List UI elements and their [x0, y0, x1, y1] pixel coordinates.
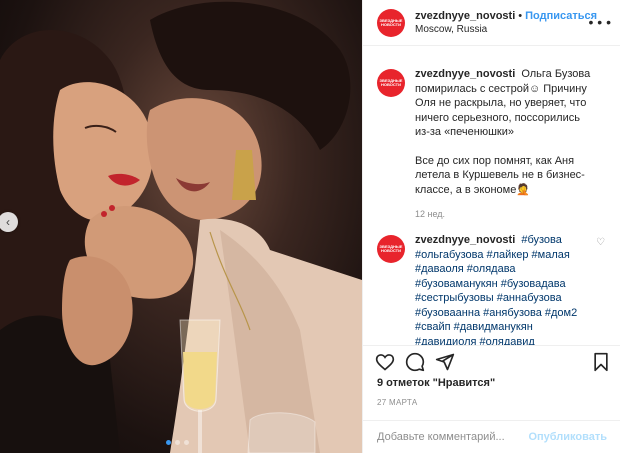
carousel-dot — [184, 440, 189, 445]
follow-button[interactable]: Подписаться — [525, 10, 597, 22]
caption-text-2: Все до сих пор помнят, как Аня летела в … — [415, 154, 585, 196]
avatar-logo-text: ЗВЕЗДНЫЕ НОВОСТИ — [379, 17, 403, 27]
post-side-panel: ЗВЕЗДНЫЕ НОВОСТИ zvezdnyye_novosti • Подпи… — [362, 0, 620, 453]
comment-like-icon[interactable]: ♡ — [596, 237, 605, 248]
post-photo[interactable]: ‹ — [0, 0, 362, 453]
carousel-indicator — [166, 440, 189, 445]
separator-dot: • — [518, 10, 523, 22]
photo-illustration — [0, 1, 362, 453]
caption-time[interactable]: 12 нед. — [415, 207, 595, 222]
publish-button[interactable]: Опубликовать — [528, 431, 607, 443]
caption-body: zvezdnyye_novosti Ольга Бузова помирилас… — [415, 67, 595, 222]
caption-avatar[interactable]: ЗВЕЗДНЫЕ НОВОСТИ — [377, 69, 405, 97]
author-meta: zvezdnyye_novosti • Подписаться Moscow, Ru… — [415, 8, 597, 37]
add-comment-bar: Опубликовать — [363, 420, 620, 453]
heart-icon[interactable] — [375, 352, 395, 372]
comments-list[interactable]: ЗВЕЗДНЫЕ НОВОСТИ zvezdnyye_novosti Ольга… — [363, 47, 620, 345]
action-bar — [363, 345, 620, 375]
comment-username[interactable]: zvezdnyye_novosti — [415, 234, 515, 246]
likes-count[interactable]: 9 отметок "Нравится" — [377, 377, 495, 389]
author-avatar[interactable]: ЗВЕЗДНЫЕ НОВОСТИ — [377, 8, 405, 37]
caption-item: ЗВЕЗДНЫЕ НОВОСТИ zvezdnyye_novosti Ольга… — [377, 67, 607, 222]
comment-body: zvezdnyye_novosti #бузова #ольгабузова #… — [415, 233, 595, 345]
chevron-left-icon: ‹ — [6, 215, 10, 229]
comment-avatar[interactable]: ЗВЕЗДНЫЕ НОВОСТИ — [377, 235, 405, 263]
carousel-dot — [175, 440, 180, 445]
bookmark-icon[interactable] — [591, 352, 611, 372]
avatar-logo-text: ЗВЕЗДНЫЕ НОВОСТИ — [379, 244, 403, 253]
comment-icon[interactable] — [405, 352, 425, 372]
avatar-logo-text: ЗВЕЗДНЫЕ НОВОСТИ — [379, 78, 403, 87]
comment-input[interactable] — [377, 431, 529, 443]
post-date[interactable]: 27 МАРТА — [377, 398, 417, 407]
share-icon[interactable] — [435, 352, 455, 372]
comment-item: ЗВЕЗДНЫЕ НОВОСТИ zvezdnyye_novosti #бузо… — [377, 233, 607, 345]
post-header: ЗВЕЗДНЫЕ НОВОСТИ zvezdnyye_novosti • Подпи… — [363, 0, 620, 46]
post-location[interactable]: Moscow, Russia — [415, 23, 597, 37]
more-options-icon[interactable]: • • • — [589, 14, 611, 30]
author-username[interactable]: zvezdnyye_novosti — [415, 10, 515, 22]
carousel-dot — [166, 440, 171, 445]
caption-username[interactable]: zvezdnyye_novosti — [415, 68, 515, 80]
comment-hashtags[interactable]: #бузова #ольгабузова #лайкер #малая #дав… — [415, 234, 577, 345]
